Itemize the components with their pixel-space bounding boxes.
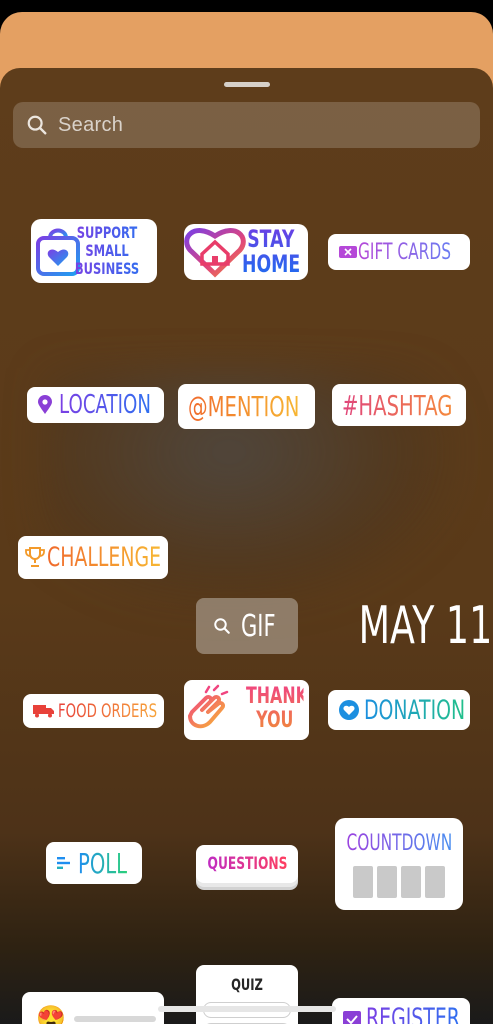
trophy-icon [25, 547, 45, 567]
sticker-label: #HASHTAG [342, 388, 453, 422]
sticker-register[interactable]: REGISTER [332, 998, 470, 1024]
clapping-hands-icon [188, 684, 229, 729]
sticker-emoji-slider[interactable]: 😍 [22, 992, 164, 1024]
sticker-support-small-business[interactable]: SUPPORT SMALL BUSINESS [31, 219, 157, 283]
location-pin-icon [38, 395, 52, 414]
countdown-digit-boxes [353, 865, 445, 898]
sticker-mention[interactable]: @MENTION [178, 384, 315, 429]
heart-badge-icon [339, 700, 359, 720]
sticker-gif[interactable]: GIF [196, 598, 298, 654]
sticker-label: @MENTION [188, 390, 300, 423]
date-label: MAY 11 [358, 596, 493, 656]
sticker-gift-cards[interactable]: GIFT CARDS [328, 234, 470, 270]
sticker-label-thank: THANK [246, 684, 308, 709]
home-indicator [158, 1006, 336, 1012]
gift-card-icon [339, 246, 357, 258]
sticker-date[interactable]: MAY 11 [330, 596, 493, 656]
sticker-label-business: BUSINESS [74, 259, 140, 278]
sticker-label: QUIZ [231, 975, 263, 994]
digit-box [425, 865, 445, 898]
sticker-label-stay: STAY [247, 225, 295, 253]
sticker-label-home: HOME [242, 250, 301, 278]
sticker-label: REGISTER [366, 1003, 460, 1024]
search-placeholder: Search [58, 113, 124, 136]
sticker-label: QUESTIONS [207, 854, 287, 874]
search-icon [27, 115, 47, 135]
sticker-food-orders[interactable]: FOOD ORDERS [23, 694, 164, 728]
emoji-heart-eyes-icon: 😍 [36, 1005, 66, 1024]
delivery-truck-icon [33, 705, 54, 718]
sticker-hashtag[interactable]: #HASHTAG [332, 384, 466, 426]
sticker-location[interactable]: LOCATION [27, 387, 164, 423]
sticker-challenge[interactable]: CHALLENGE [18, 536, 168, 579]
slider-track [74, 1016, 156, 1022]
sticker-label: FOOD ORDERS [58, 700, 158, 722]
sticker-thank-you[interactable]: THANK YOU [184, 680, 309, 740]
sticker-countdown[interactable]: COUNTDOWN [335, 818, 463, 910]
drag-handle[interactable] [224, 82, 270, 87]
sticker-label-you: YOU [256, 708, 294, 733]
sticker-label: GIF [241, 608, 276, 644]
sticker-tray: Search SUPPORT SMALL BUSINESS STAY HOME [0, 68, 493, 1024]
sticker-stay-home[interactable]: STAY HOME [184, 224, 308, 280]
sticker-label: COUNTDOWN [346, 830, 453, 856]
digit-box [353, 865, 373, 898]
sticker-questions[interactable]: QUESTIONS [196, 845, 298, 883]
sticker-label: CHALLENGE [47, 542, 162, 573]
sticker-label: GIFT CARDS [358, 239, 451, 265]
sticker-label-small: SMALL [85, 241, 129, 260]
digit-box [377, 865, 397, 898]
sticker-quiz[interactable]: QUIZ [196, 965, 298, 1024]
digit-box [401, 865, 421, 898]
poll-bars-icon [57, 857, 70, 869]
sticker-label: LOCATION [59, 390, 151, 420]
sticker-label: DONATION [364, 694, 466, 726]
sticker-donation[interactable]: DONATION [328, 690, 470, 730]
sticker-label: POLL [78, 846, 128, 880]
search-input[interactable]: Search [13, 102, 480, 148]
search-icon [214, 618, 230, 634]
calendar-check-icon [343, 1011, 361, 1024]
sticker-poll[interactable]: POLL [46, 842, 142, 884]
heart-house-icon [184, 228, 246, 278]
sticker-label-support: SUPPORT [76, 223, 138, 242]
